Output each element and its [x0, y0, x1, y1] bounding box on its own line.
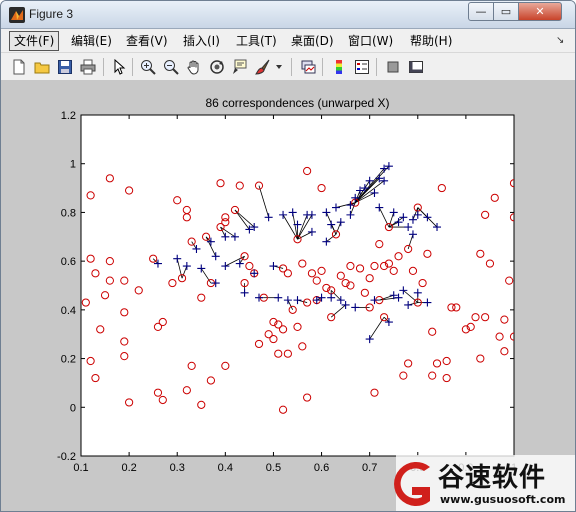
menu-dock-arrow-icon[interactable]: ↘	[556, 35, 564, 46]
zoom-out-icon[interactable]	[161, 57, 181, 77]
circle-point	[520, 287, 527, 294]
plot-axes-box	[80, 114, 515, 457]
menu-bar: 文件(F) 编辑(E) 查看(V) 插入(I) 工具(T) 桌面(D) 窗口(W…	[1, 29, 575, 53]
brand-name: 谷速软件	[438, 463, 547, 493]
y-tick-label: 0	[70, 402, 76, 414]
menu-file[interactable]: 文件(F)	[9, 31, 60, 51]
y-tick-label: 1.2	[61, 110, 76, 122]
toolbar-separator	[291, 58, 292, 76]
circle-point	[515, 294, 522, 301]
zoom-in-icon[interactable]	[138, 57, 158, 77]
menu-window[interactable]: 窗口(W)	[344, 31, 397, 51]
open-file-icon[interactable]	[32, 57, 52, 77]
maximize-button[interactable]: ▭	[493, 2, 519, 21]
menu-desktop[interactable]: 桌面(D)	[287, 31, 338, 51]
new-figure-icon[interactable]	[9, 57, 29, 77]
x-tick-label: 0.2	[121, 462, 136, 474]
brand-url: www.gusuosoft.com	[440, 493, 566, 506]
pan-hand-icon[interactable]	[184, 57, 204, 77]
x-tick-label: 0.6	[314, 462, 329, 474]
chart-title: 86 correspondences (unwarped X)	[205, 96, 389, 110]
y-tick-label: 0.6	[61, 256, 76, 268]
colorbar-icon[interactable]	[329, 57, 349, 77]
toolbar-separator	[322, 58, 323, 76]
figure-window: Figure 3 — ▭ ✕ 文件(F) 编辑(E) 查看(V) 插入(I) 工…	[0, 0, 576, 512]
pointer-icon[interactable]	[109, 57, 129, 77]
menu-edit[interactable]: 编辑(E)	[67, 31, 116, 51]
menu-help[interactable]: 帮助(H)	[406, 31, 456, 51]
scatter-plot[interactable]: 0.10.20.30.40.50.60.70.80.91-0.200.20.40…	[1, 81, 575, 512]
save-icon[interactable]	[55, 57, 75, 77]
window-title: Figure 3	[29, 7, 74, 21]
x-tick-label: 0.3	[170, 462, 185, 474]
link-plot-icon[interactable]	[298, 57, 318, 77]
toolbar-separator	[376, 58, 377, 76]
toolbar-separator	[103, 58, 104, 76]
menu-insert[interactable]: 插入(I)	[179, 31, 224, 51]
y-tick-label: 1	[70, 159, 76, 171]
rotate-3d-icon[interactable]	[207, 57, 227, 77]
x-tick-label: 0.5	[266, 462, 281, 474]
brush-dropdown-icon[interactable]	[273, 57, 285, 77]
data-cursor-icon[interactable]	[230, 57, 250, 77]
brush-icon[interactable]	[253, 57, 273, 77]
x-tick-label: 0.1	[73, 462, 88, 474]
legend-icon[interactable]	[352, 57, 372, 77]
brand-g-logo-icon	[394, 462, 430, 506]
hide-plot-tools-icon[interactable]	[383, 57, 403, 77]
y-tick-label: -0.2	[57, 451, 76, 463]
title-bar[interactable]: Figure 3 — ▭ ✕	[1, 1, 575, 29]
close-button[interactable]: ✕	[518, 2, 562, 21]
y-tick-label: 0.2	[61, 354, 76, 366]
toolbar	[1, 53, 575, 81]
print-icon[interactable]	[78, 57, 98, 77]
toolbar-separator	[132, 58, 133, 76]
watermark: 谷速软件 www.gusuosoft.com	[376, 455, 575, 511]
matlab-logo-icon	[9, 7, 25, 23]
show-plot-tools-icon[interactable]	[406, 57, 426, 77]
minimize-button[interactable]: —	[468, 2, 494, 21]
y-tick-label: 0.8	[61, 207, 76, 219]
circle-point	[525, 297, 532, 304]
menu-tools[interactable]: 工具(T)	[232, 31, 281, 51]
x-tick-label: 0.4	[218, 462, 233, 474]
figure-canvas: 0.10.20.30.40.50.60.70.80.91-0.200.20.40…	[1, 81, 575, 512]
y-tick-label: 0.4	[61, 305, 76, 317]
menu-view[interactable]: 查看(V)	[122, 31, 172, 51]
